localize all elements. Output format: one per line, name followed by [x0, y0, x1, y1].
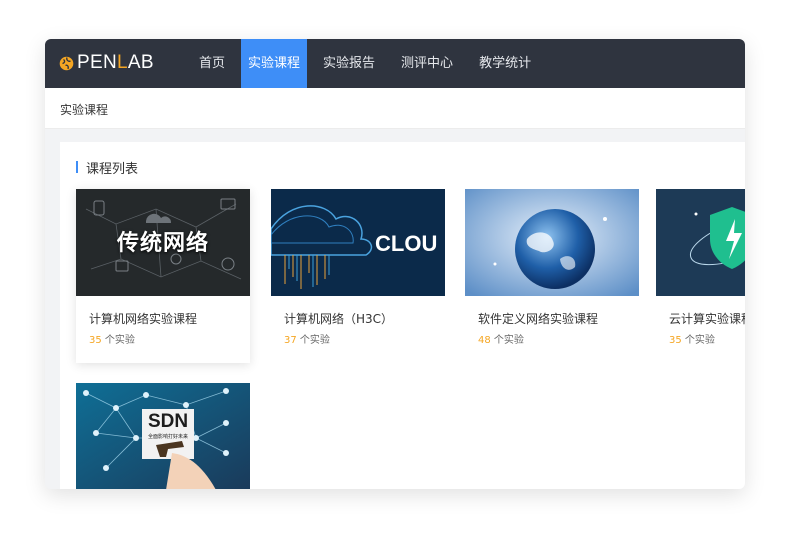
top-navigation-bar: PENLAB 首页 实验课程 实验报告 测评中心 教学统计: [45, 39, 745, 88]
course-count-number: 48: [478, 335, 491, 346]
course-title: 计算机网络（H3C）: [284, 312, 394, 326]
thumbnail-caption: CLOU: [375, 231, 438, 256]
globe-thumbnail-image: [465, 189, 639, 296]
course-thumbnail: SDN 全面影响打好未来: [76, 383, 250, 489]
course-count-number: 35: [669, 335, 682, 346]
thumbnail-caption: SDN: [147, 411, 189, 432]
logo-text: PENLAB: [77, 52, 154, 74]
logo-text-part: PEN: [77, 52, 117, 73]
course-thumbnail: CLOU: [271, 189, 445, 296]
breadcrumb: 实验课程: [60, 103, 109, 117]
nav-item-statistics[interactable]: 教学统计: [469, 39, 541, 88]
course-card[interactable]: 云计算实验课程 35 个实验: [656, 189, 745, 363]
nav-item-assessment[interactable]: 测评中心: [391, 39, 463, 88]
course-count: 48 个实验: [478, 331, 524, 346]
course-card[interactable]: 软件定义网络实验课程 48 个实验: [465, 189, 639, 363]
thumbnail-subcaption: 全面影响打好未来: [147, 434, 188, 440]
course-thumbnail: [656, 189, 745, 296]
course-title: 计算机网络实验课程: [89, 312, 198, 326]
course-title: 软件定义网络实验课程: [478, 312, 599, 326]
course-count-unit: 个实验: [681, 335, 715, 346]
course-card[interactable]: CLOU 计算机网络（H3C） 37 个实验: [271, 189, 445, 363]
nav-item-courses[interactable]: 实验课程: [241, 39, 308, 88]
course-list-panel: 课程列表 传统网络 计算机网络实验课程 35 个实验 CLOU 计算机网络（H3…: [60, 142, 745, 489]
section-title-text: 课程列表: [86, 161, 139, 177]
section-title: 课程列表: [76, 159, 139, 177]
nav-item-home[interactable]: 首页: [189, 39, 235, 88]
course-card[interactable]: 传统网络 计算机网络实验课程 35 个实验: [76, 189, 250, 363]
openlab-logo[interactable]: PENLAB: [59, 52, 154, 74]
course-count-unit: 个实验: [101, 335, 135, 346]
logo-text-part: AB: [127, 52, 154, 73]
course-count-unit: 个实验: [490, 335, 524, 346]
main-nav: 首页 实验课程 实验报告 测评中心 教学统计: [189, 39, 547, 88]
thumbnail-caption: 传统网络: [116, 231, 209, 256]
nav-item-reports[interactable]: 实验报告: [313, 39, 385, 88]
course-thumbnail: 传统网络: [76, 189, 250, 296]
cloud-security-thumbnail-image: [656, 189, 745, 296]
course-title: 云计算实验课程: [669, 312, 745, 326]
logo-text-accent: L: [116, 52, 128, 73]
course-card[interactable]: SDN 全面影响打好未来: [76, 383, 250, 489]
course-count-number: 37: [284, 335, 297, 346]
globe-logo-icon: [59, 56, 74, 70]
section-accent-bar: [76, 161, 78, 173]
course-count: 35 个实验: [89, 331, 135, 346]
course-count-unit: 个实验: [296, 335, 330, 346]
breadcrumb-bar: 实验课程: [45, 88, 745, 129]
app-window: PENLAB 首页 实验课程 实验报告 测评中心 教学统计 实验课程 课程列表: [45, 39, 745, 489]
course-count-number: 35: [89, 335, 102, 346]
course-count: 37 个实验: [284, 331, 330, 346]
course-thumbnail: [465, 189, 639, 296]
course-count: 35 个实验: [669, 331, 715, 346]
